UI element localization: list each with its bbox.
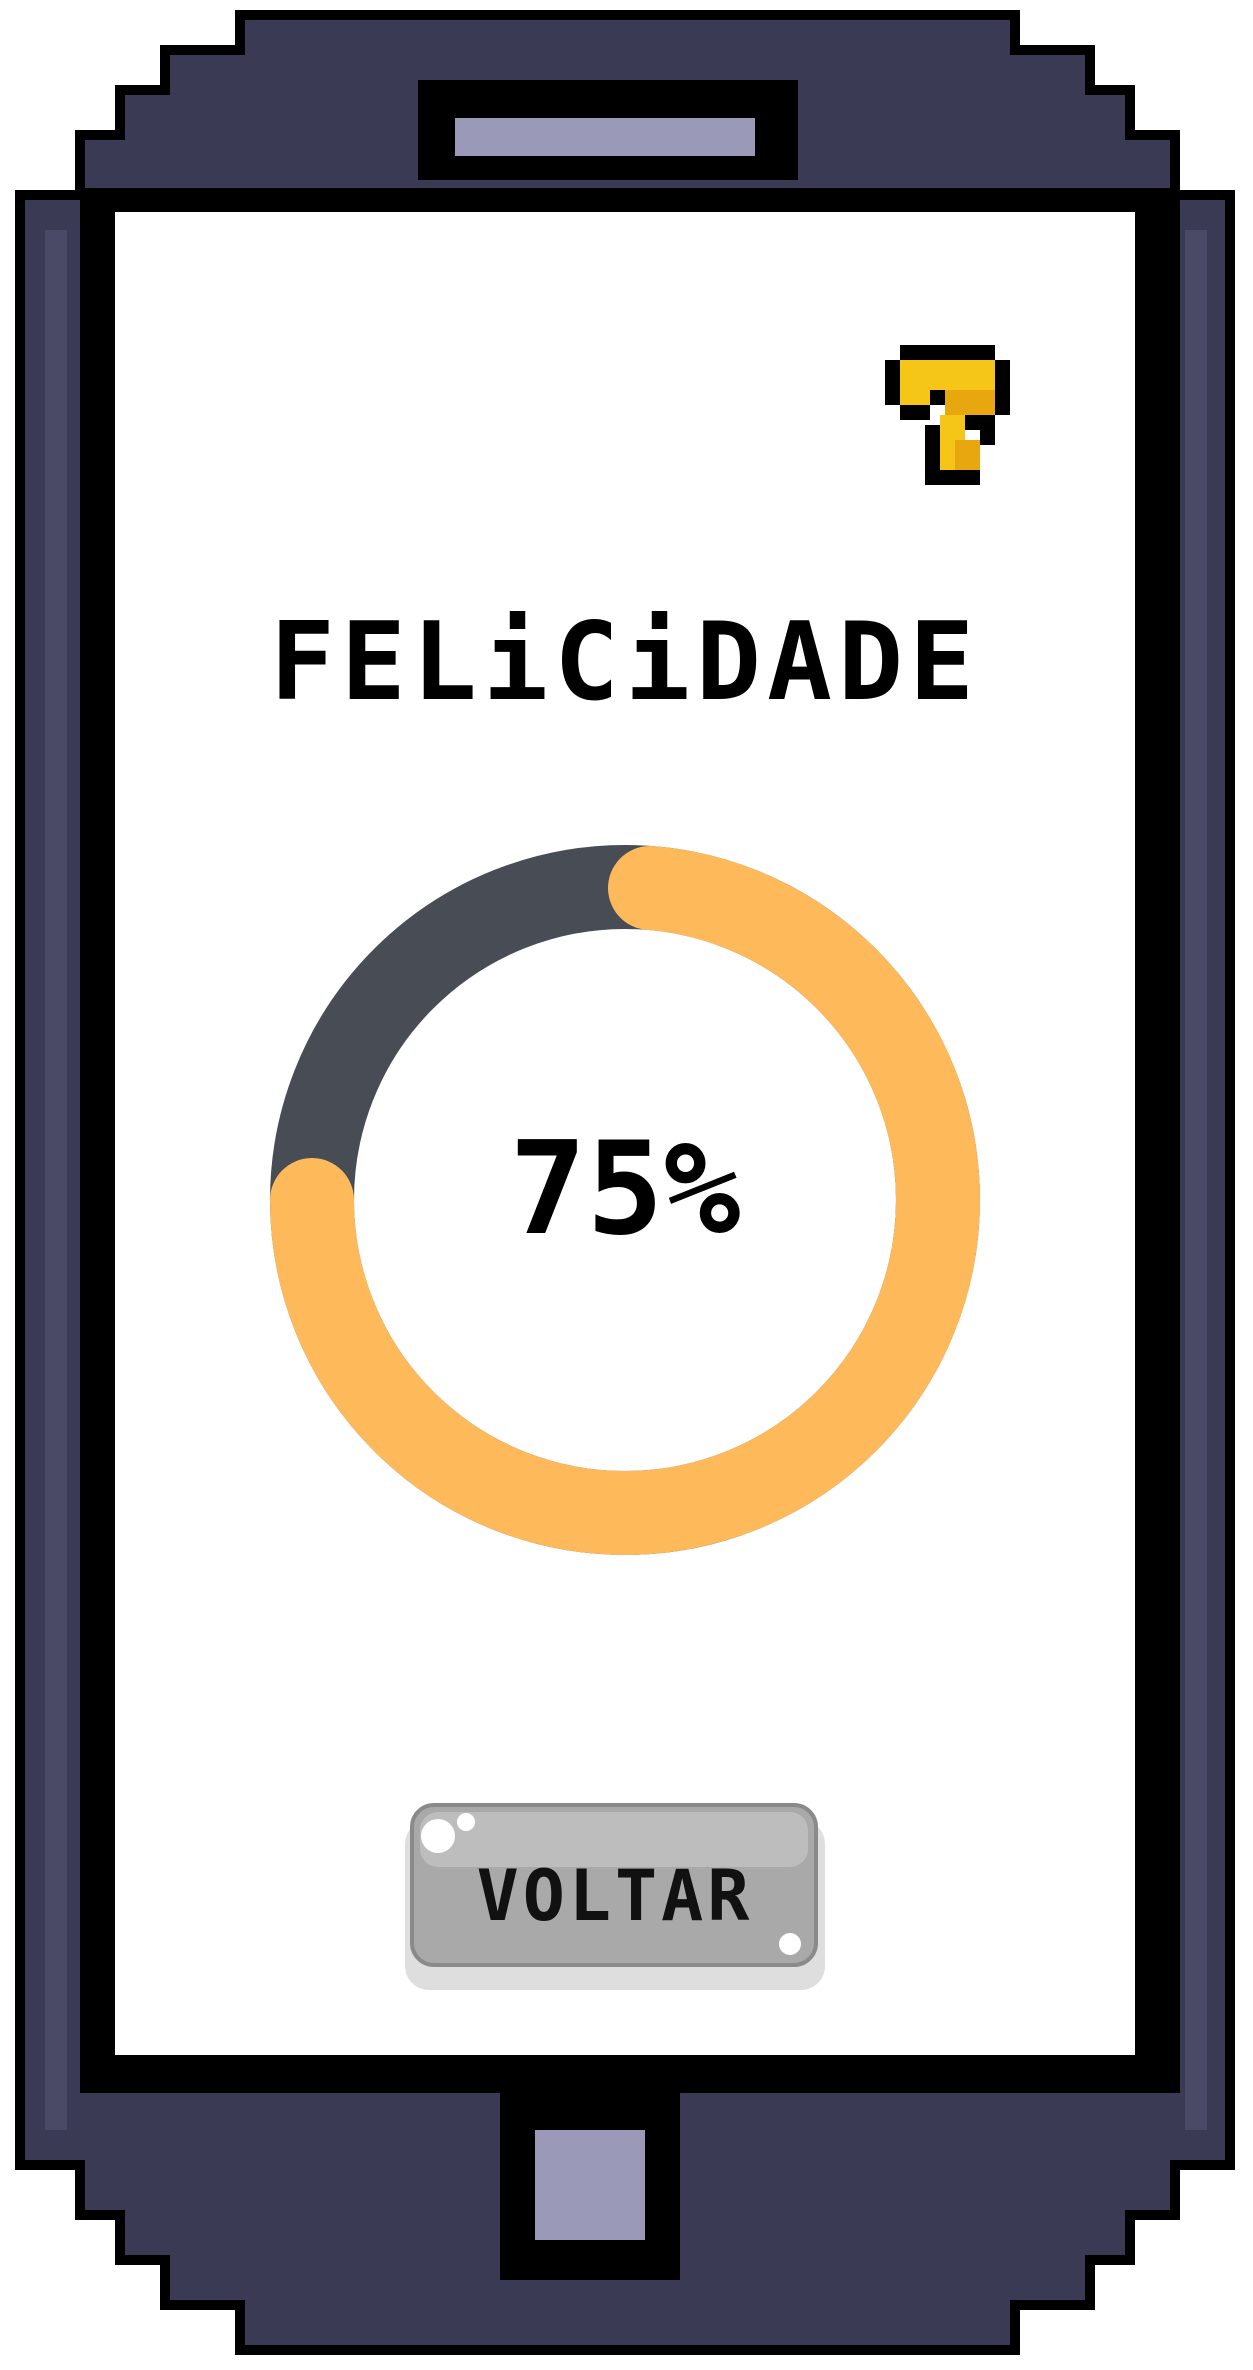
- back-button-sheen: [420, 1812, 808, 1867]
- back-button-glint-small: [457, 1813, 475, 1831]
- phone-highlight-left: [45, 230, 67, 2130]
- home-button[interactable]: [535, 2130, 645, 2240]
- back-button-glint-large: [421, 1819, 455, 1853]
- speaker: [455, 118, 755, 156]
- back-button[interactable]: [405, 1803, 825, 1990]
- happiness-percent: 75%: [509, 1115, 741, 1264]
- game-screen: FELiCiDADE 75% VOLTAR: [0, 0, 1253, 2366]
- page-title: FELiCiDADE: [269, 600, 981, 725]
- back-button-glint-corner: [779, 1933, 801, 1955]
- phone-highlight-right: [1185, 230, 1207, 2130]
